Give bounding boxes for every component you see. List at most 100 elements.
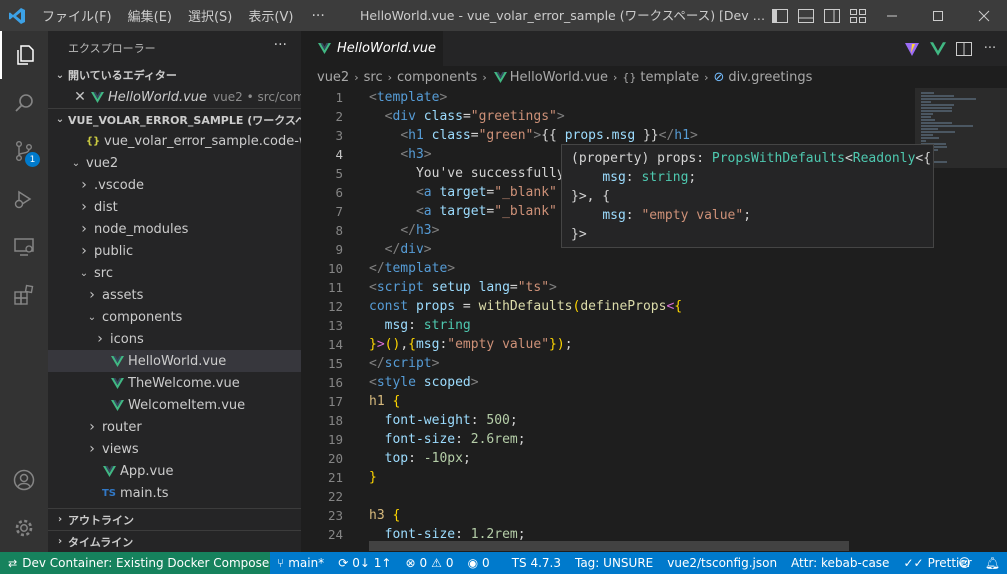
feedback-icon[interactable]: ☺	[951, 552, 978, 574]
tree-folder-item[interactable]: ⌄ vue2	[48, 152, 301, 174]
code-token: lang	[478, 280, 510, 295]
hover-line: }>, {	[571, 187, 924, 206]
code-editor[interactable]: 1 2 3 4 5 6 7 8 9 10 11 12 13 14 15 16 17 18 19 20 21 22 23 24 …	[301, 88, 1007, 552]
tree-folder-item[interactable]: › assets	[48, 284, 301, 306]
code-token: =	[455, 299, 479, 314]
code-line: msg: string	[369, 316, 915, 335]
menu-view[interactable]: 表示(V)	[240, 6, 301, 25]
tab-helloworld-vue[interactable]: HelloWorld.vue	[301, 31, 443, 66]
tree-folder-item[interactable]: › public	[48, 240, 301, 262]
tree-folder-item[interactable]: ⌄ src	[48, 262, 301, 284]
extensions-icon[interactable]	[0, 271, 48, 319]
code-token: font-size	[384, 527, 456, 542]
remote-explorer-icon[interactable]	[0, 223, 48, 271]
more-actions-icon[interactable]: ···	[981, 40, 999, 58]
search-icon[interactable]	[0, 79, 48, 127]
notifications-bell-icon[interactable]: 🔔︎	[978, 552, 1007, 574]
timeline-section[interactable]: › タイムライン	[48, 530, 301, 552]
tree-item-label: src	[94, 265, 113, 281]
code-token: ()	[384, 337, 401, 352]
breadcrumb-item[interactable]: vue2	[317, 70, 349, 85]
tree-file-item[interactable]: WelcomeItem.vue	[48, 394, 301, 416]
run-debug-icon[interactable]	[0, 175, 48, 223]
split-editor-icon[interactable]	[955, 40, 973, 58]
breadcrumb-item[interactable]: div.greetings	[728, 70, 812, 85]
menu-more-button[interactable]: ···	[301, 8, 334, 24]
ports-indicator[interactable]: ◉ 0	[461, 552, 497, 574]
tree-file-item[interactable]: App.vue	[48, 460, 301, 482]
tree-folder-item[interactable]: › icons	[48, 328, 301, 350]
tree-file-item[interactable]: HelloWorld.vue	[48, 350, 301, 372]
code-token: h3	[369, 508, 385, 523]
breadcrumb: vue2 › src › components › HelloWorld.vue…	[301, 66, 1007, 88]
git-branch-icon: ⑂	[277, 556, 285, 570]
attr-style[interactable]: Attr: kebab-case	[784, 552, 896, 574]
toggle-panel-icon[interactable]	[796, 6, 816, 26]
tree-folder-item[interactable]: › .vscode	[48, 174, 301, 196]
open-editor-path: vue2 • src/compo...	[213, 90, 301, 104]
source-control-icon[interactable]: 1	[0, 127, 48, 175]
code-token: }	[369, 470, 377, 485]
workspace-section[interactable]: ⌄ VUE_VOLAR_ERROR_SAMPLE (ワークスペース) ...	[48, 108, 301, 130]
vue-split-icon[interactable]	[929, 40, 947, 58]
open-editors-section[interactable]: ⌄ 開いているエディター	[48, 64, 301, 86]
tsconfig-indicator[interactable]: vue2/tsconfig.json	[660, 552, 784, 574]
line-number: 13	[327, 318, 343, 333]
restore-icon[interactable]	[915, 0, 961, 31]
sync-indicator[interactable]: ⟳ 0↓ 1↑	[331, 552, 398, 574]
ts-version[interactable]: TS 4.7.3	[505, 552, 568, 574]
tree-file-item[interactable]: TheWelcome.vue	[48, 372, 301, 394]
tree-folder-item[interactable]: › dist	[48, 196, 301, 218]
warning-icon: ⚠	[431, 556, 442, 570]
branch-indicator[interactable]: ⑂ main*	[270, 552, 331, 574]
code-line: <template>	[369, 88, 915, 107]
tree-file-item[interactable]: {}vue_volar_error_sample.code-work...	[48, 130, 301, 152]
toggle-primary-sidebar-icon[interactable]	[770, 6, 790, 26]
code-token: ;	[743, 208, 752, 223]
line-number: 20	[327, 451, 343, 466]
code-token: -10px	[423, 451, 463, 466]
explorer-more-button[interactable]: ···	[274, 37, 287, 53]
vite-icon[interactable]	[903, 40, 921, 58]
tree-folder-item[interactable]: › views	[48, 438, 301, 460]
tree-folder-item[interactable]: › node_modules	[48, 218, 301, 240]
close-editor-icon[interactable]: ✕	[72, 89, 88, 105]
minimap-line	[921, 119, 936, 121]
tag-style[interactable]: Tag: UNSURE	[568, 552, 660, 574]
close-icon[interactable]	[961, 0, 1007, 31]
problems-indicator[interactable]: ⊗ 0 ⚠ 0	[398, 552, 460, 574]
warning-count: 0	[445, 556, 454, 570]
breadcrumb-item[interactable]: HelloWorld.vue	[510, 70, 608, 85]
code-token: }>	[571, 227, 587, 242]
line-number: 3	[335, 128, 343, 143]
code-token: "ts"	[517, 280, 550, 295]
tree-item-label: icons	[110, 331, 144, 347]
settings-gear-icon[interactable]	[0, 504, 48, 552]
breadcrumb-item[interactable]: components	[397, 70, 477, 85]
tsconfig-label: vue2/tsconfig.json	[667, 556, 778, 570]
code-token: msg	[602, 208, 626, 223]
account-icon[interactable]	[0, 456, 48, 504]
open-editor-item[interactable]: ✕ HelloWorld.vue vue2 • src/compo...	[48, 86, 301, 108]
tree-file-item[interactable]: TS main.ts	[48, 482, 301, 504]
files-icon[interactable]	[0, 31, 48, 79]
customize-layout-icon[interactable]	[848, 6, 868, 26]
minimize-icon[interactable]	[869, 0, 915, 31]
tree-folder-item[interactable]: › router	[48, 416, 301, 438]
tree-folder-item[interactable]: ⌄ components	[48, 306, 301, 328]
toggle-secondary-sidebar-icon[interactable]	[822, 6, 842, 26]
breadcrumb-item[interactable]: src	[364, 70, 383, 85]
menu-edit[interactable]: 編集(E)	[120, 6, 180, 25]
outline-section[interactable]: › アウトライン	[48, 508, 301, 530]
breadcrumb-item[interactable]: template	[640, 70, 699, 85]
tree-item-label: .vscode	[94, 177, 144, 193]
horizontal-scrollbar[interactable]	[369, 541, 849, 551]
remote-indicator[interactable]: ⇄ Dev Container: Existing Docker Compose…	[0, 552, 270, 574]
menu-selection[interactable]: 選択(S)	[180, 6, 240, 25]
menu-file[interactable]: ファイル(F)	[34, 6, 120, 25]
line-number: 8	[335, 223, 343, 238]
